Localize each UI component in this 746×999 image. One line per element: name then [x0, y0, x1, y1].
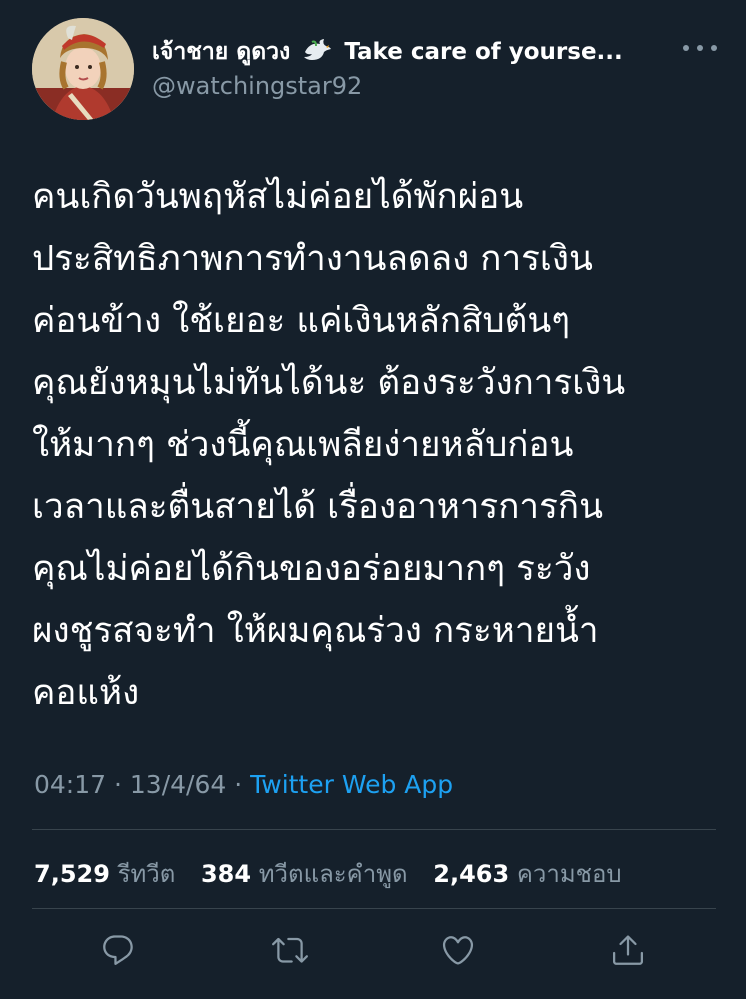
- dove-icon: [302, 38, 332, 62]
- share-button[interactable]: [606, 928, 650, 972]
- divider: [32, 908, 716, 909]
- like-count: 2,463: [433, 860, 510, 888]
- tweet-detail: เจ้าชาย ดูดวง Take care of yourse... @wa…: [0, 0, 746, 999]
- retweet-label: รีทวีต: [117, 860, 176, 888]
- action-bar: [0, 928, 746, 978]
- tweet-text-line: คุณไม่ค่อยได้กินของอร่อยมากๆ ระวัง: [32, 549, 591, 589]
- profile-avatar-painting: [32, 18, 134, 120]
- tweet-text-line: คอแห้ง: [32, 673, 140, 713]
- like-button[interactable]: [436, 928, 480, 972]
- like-icon: [442, 936, 474, 965]
- retweet-button[interactable]: [268, 928, 312, 972]
- meta-separator: ·: [226, 770, 251, 799]
- tweet-source-link[interactable]: Twitter Web App: [250, 770, 453, 799]
- reply-icon: [103, 935, 133, 965]
- display-name-text: เจ้าชาย ดูดวง: [152, 39, 291, 65]
- tweet-text-line: ค่อนข้าง ใช้เยอะ แค่เงินหลักสิบต้นๆ: [32, 301, 571, 341]
- tweet-text-line: คนเกิดวันพฤหัสไม่ค่อยได้พักผ่อน: [32, 177, 524, 217]
- retweet-stat[interactable]: 7,529 รีทวีต: [34, 860, 193, 888]
- divider: [32, 829, 716, 830]
- quote-count: 384: [200, 860, 252, 888]
- retweet-count: 7,529: [34, 860, 110, 888]
- tweet-text-line: ประสิทธิภาพการทำงานลดลง การเงิน: [32, 239, 593, 279]
- meta-separator: ·: [106, 770, 130, 799]
- tweet-text-line: เวลาและตื่นสายได้ เรื่องอาหารการกิน: [32, 487, 603, 527]
- display-name[interactable]: เจ้าชาย ดูดวง Take care of yourse...: [152, 34, 672, 70]
- tweet-stats: 7,529 รีทวีต 384 ทวีตและคำพูด 2,463 ความ…: [34, 854, 640, 893]
- tweet-meta: 04:17 · 13/4/64 · Twitter Web App: [34, 770, 453, 799]
- share-icon: [613, 935, 643, 965]
- like-stat[interactable]: 2,463 ความชอบ: [433, 860, 639, 888]
- tweet-text-line: คุณยังหมุนไม่ทันได้นะ ต้องระวังการเงิน: [32, 363, 626, 403]
- like-label: ความชอบ: [516, 860, 622, 888]
- avatar[interactable]: [32, 18, 134, 120]
- display-name-suffix: Take care of yourse...: [344, 39, 623, 65]
- tweet-date[interactable]: 13/4/64: [130, 770, 226, 799]
- tweet-text-line: ผงชูรสจะทำ ให้ผมคุณร่วง กระหายน้ำ: [32, 611, 599, 651]
- quote-stat[interactable]: 384 ทวีตและคำพูด: [201, 860, 426, 888]
- quote-label: ทวีตและคำพูด: [258, 860, 408, 888]
- tweet-text: คนเกิดวันพฤหัสไม่ค่อยได้พักผ่อน ประสิทธิ…: [32, 166, 732, 724]
- retweet-icon: [272, 937, 308, 963]
- more-options-icon[interactable]: [683, 36, 717, 60]
- reply-button[interactable]: [96, 928, 140, 972]
- tweet-text-line: ให้มากๆ ช่วงนี้คุณเพลียง่ายหลับก่อน: [32, 425, 574, 465]
- tweet-time[interactable]: 04:17: [34, 770, 106, 799]
- user-handle[interactable]: @watchingstar92: [152, 72, 362, 100]
